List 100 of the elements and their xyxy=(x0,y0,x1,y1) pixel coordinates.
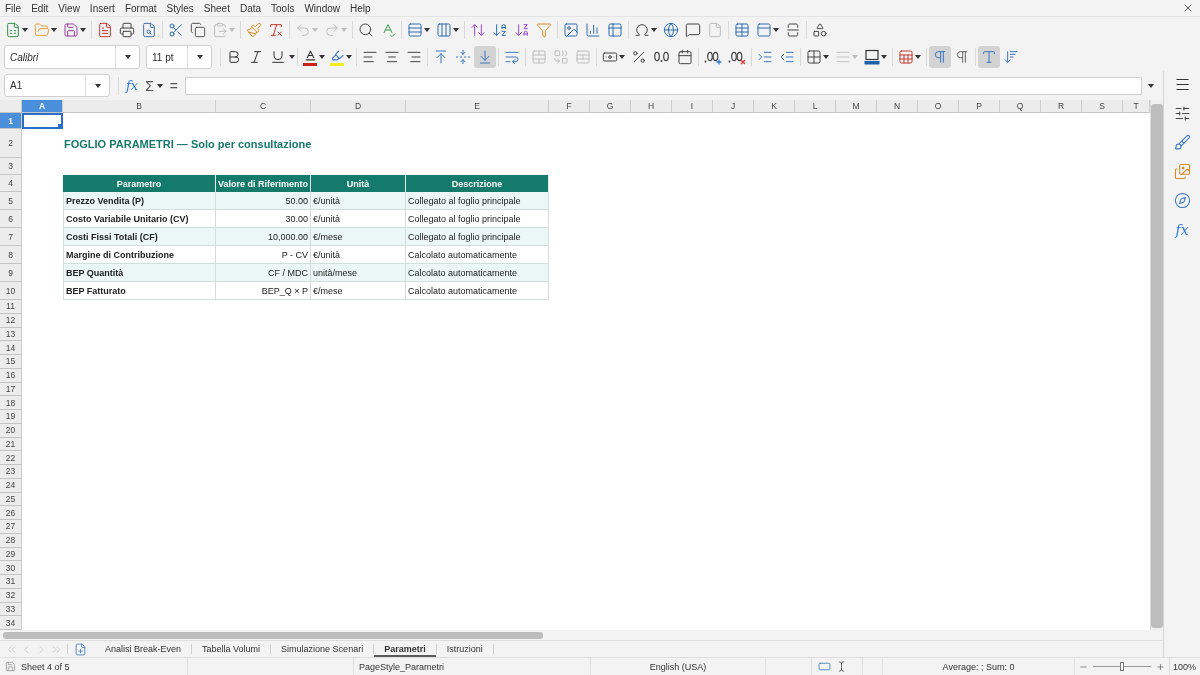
zoom-reading[interactable]: 100% xyxy=(1169,658,1200,675)
shapes-icon[interactable] xyxy=(812,22,828,38)
equals-button[interactable]: = xyxy=(167,75,180,96)
caret-icon[interactable] xyxy=(51,28,57,32)
borders-icon[interactable] xyxy=(806,49,822,65)
sliders-icon[interactable] xyxy=(1173,105,1191,122)
functions-button[interactable]: fx xyxy=(1173,221,1191,239)
sum-button[interactable]: Σ xyxy=(143,75,165,96)
caret-icon[interactable] xyxy=(823,55,829,59)
sort-icon[interactable] xyxy=(470,22,486,38)
compass-icon[interactable] xyxy=(1173,192,1191,209)
function-wizard-button[interactable]: fx xyxy=(124,75,141,96)
scrollbar-thumb[interactable] xyxy=(3,631,543,639)
column-header[interactable]: K xyxy=(754,100,795,113)
caret-icon[interactable] xyxy=(453,28,459,32)
text-cursor-icon[interactable] xyxy=(836,661,847,672)
column-header[interactable]: B xyxy=(63,100,216,113)
row-header[interactable]: 19 xyxy=(0,410,22,424)
row-header[interactable]: 4 xyxy=(0,175,22,192)
menu-item[interactable]: Tools xyxy=(266,0,300,16)
row-header[interactable]: 34 xyxy=(0,616,22,630)
row-header[interactable]: 5 xyxy=(0,192,22,210)
column-header[interactable]: O xyxy=(918,100,959,113)
printer-icon[interactable] xyxy=(119,22,135,38)
menu-item[interactable]: Sheet xyxy=(198,0,235,16)
highlighter-icon[interactable] xyxy=(329,48,345,66)
caret-icon[interactable] xyxy=(619,55,625,59)
row-header[interactable]: 11 xyxy=(0,300,22,314)
column-header[interactable]: Q xyxy=(1000,100,1041,113)
row-header[interactable]: 7 xyxy=(0,228,22,246)
zoom-in-icon[interactable] xyxy=(1156,661,1165,672)
menu-item[interactable]: Insert xyxy=(84,0,120,16)
menu-item[interactable]: File xyxy=(0,0,27,16)
name-box[interactable]: A1 xyxy=(4,74,110,97)
caret-icon[interactable] xyxy=(80,28,86,32)
column-header[interactable]: N xyxy=(877,100,918,113)
column-header[interactable]: P xyxy=(959,100,1000,113)
row-header[interactable]: 18 xyxy=(0,396,22,410)
menu-item[interactable]: View xyxy=(53,0,85,16)
column-header[interactable]: D xyxy=(311,100,406,113)
caret-icon[interactable] xyxy=(196,55,203,59)
close-icon[interactable] xyxy=(1182,2,1194,14)
menu-item[interactable]: Help xyxy=(345,0,376,16)
clear-formatting-icon[interactable] xyxy=(268,22,284,38)
row-header[interactable]: 23 xyxy=(0,465,22,479)
table-icon[interactable] xyxy=(734,22,750,38)
globe-icon[interactable] xyxy=(663,22,679,38)
zoom-slider-thumb[interactable] xyxy=(1120,662,1124,671)
font-name-field[interactable]: Calibri xyxy=(4,45,140,69)
delete-decimal-icon[interactable] xyxy=(728,49,746,65)
row-header[interactable]: 15 xyxy=(0,355,22,369)
sheet-tab[interactable]: Parametri xyxy=(374,641,436,657)
menu-icon[interactable] xyxy=(1173,76,1191,93)
row-header[interactable]: 26 xyxy=(0,506,22,520)
row-header[interactable]: 9 xyxy=(0,264,22,282)
sort-descending-icon[interactable] xyxy=(514,22,530,38)
copy-icon[interactable] xyxy=(190,22,206,38)
rectangle-icon[interactable] xyxy=(818,660,831,673)
column-header[interactable]: I xyxy=(672,100,713,113)
row-header[interactable]: 22 xyxy=(0,451,22,465)
table-icon[interactable] xyxy=(607,22,623,38)
column-header[interactable]: C xyxy=(216,100,311,113)
percent-icon[interactable] xyxy=(631,49,647,65)
caret-icon[interactable] xyxy=(424,28,430,32)
search-icon[interactable] xyxy=(358,22,374,38)
document-search-icon[interactable] xyxy=(141,22,157,38)
split-window-icon[interactable] xyxy=(785,22,801,38)
column-header[interactable]: H xyxy=(631,100,672,113)
save-icon[interactable] xyxy=(5,661,16,672)
font-size-field[interactable]: 11 pt xyxy=(146,45,212,69)
cell-cursor[interactable] xyxy=(22,113,63,129)
caret-icon[interactable] xyxy=(651,28,657,32)
caret-icon[interactable] xyxy=(1148,83,1154,88)
wrap-text-icon[interactable] xyxy=(504,49,520,65)
language-label[interactable]: English (USA) xyxy=(590,658,765,675)
column-header[interactable]: L xyxy=(795,100,836,113)
border-color-icon[interactable] xyxy=(864,49,880,65)
spellcheck-icon[interactable] xyxy=(380,22,396,38)
row-header[interactable]: 30 xyxy=(0,561,22,575)
caret-icon[interactable] xyxy=(915,55,921,59)
font-color-icon[interactable] xyxy=(302,48,318,66)
sheet-tab[interactable]: Analisi Break-Even xyxy=(95,641,192,657)
bar-chart-icon[interactable] xyxy=(585,22,601,38)
sheet-tab[interactable]: Simulazione Scenari xyxy=(271,641,374,657)
brush-icon[interactable] xyxy=(1173,134,1191,151)
row-header[interactable]: 10 xyxy=(0,282,22,300)
comment-icon[interactable] xyxy=(685,22,701,38)
row-header[interactable]: 27 xyxy=(0,520,22,534)
indent-increase-icon[interactable] xyxy=(757,49,773,65)
banknote-icon[interactable] xyxy=(602,49,618,65)
filter-icon[interactable] xyxy=(536,22,552,38)
sheet-tab[interactable]: Tabella Volumi xyxy=(192,641,271,657)
caret-icon[interactable] xyxy=(124,55,131,59)
new-sheet-icon[interactable] xyxy=(74,642,87,656)
menu-item[interactable]: Edit xyxy=(26,0,54,16)
row-header[interactable]: 8 xyxy=(0,246,22,264)
caret-icon[interactable] xyxy=(22,28,28,32)
paintbrush-icon[interactable] xyxy=(246,22,262,38)
column-header[interactable]: M xyxy=(836,100,877,113)
sheet-tab[interactable]: Istruzioni xyxy=(436,641,493,657)
